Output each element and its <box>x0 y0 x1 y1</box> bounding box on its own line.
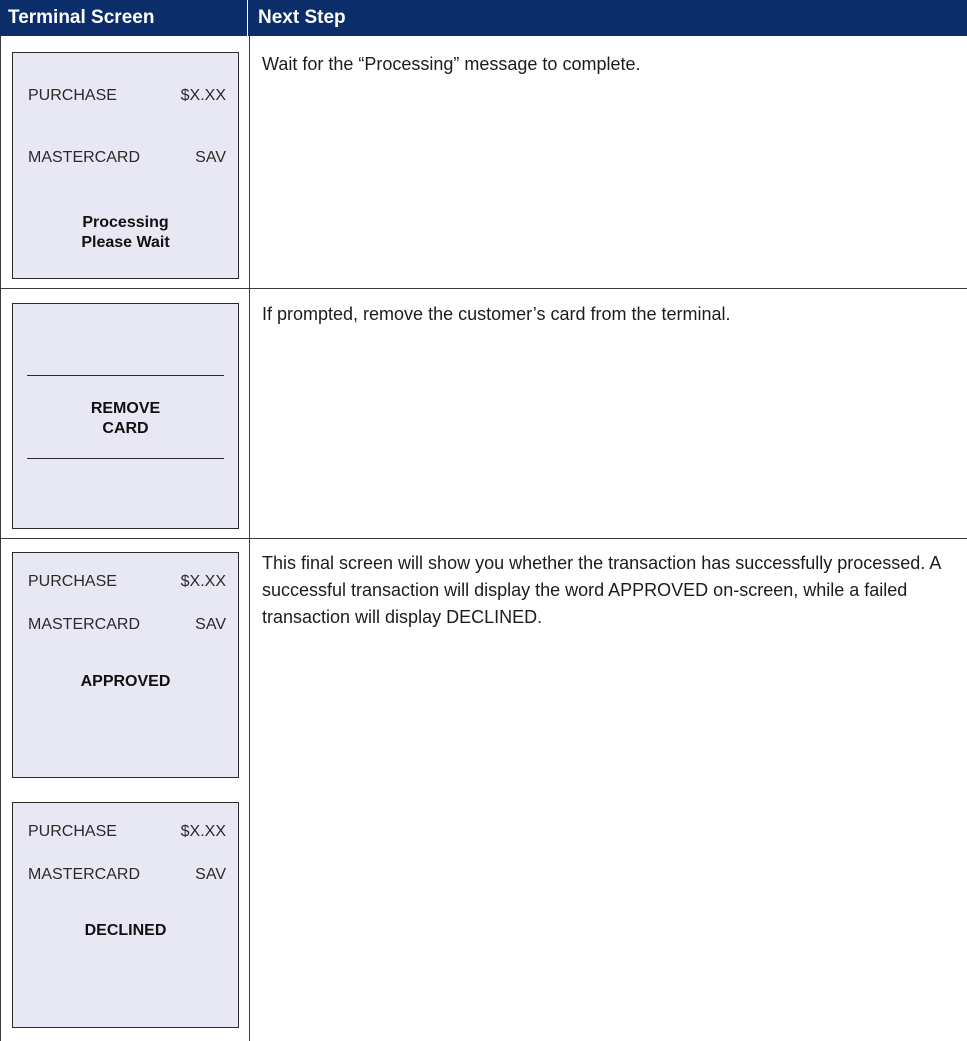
instruction-table: Terminal Screen Next Step PURCHASE $X.XX… <box>0 0 967 1041</box>
header-next-step: Next Step <box>258 7 346 28</box>
declined-message: DECLINED <box>13 921 238 941</box>
declined-message-text: DECLINED <box>84 922 167 939</box>
processing-message-line2: Please Wait <box>81 234 170 251</box>
header-terminal-screen: Terminal Screen <box>0 0 248 36</box>
purchase-label: PURCHASE <box>28 573 117 590</box>
purchase-amount: $X.XX <box>180 823 226 840</box>
screen-line-card: MASTERCARD SAV <box>28 866 226 884</box>
step-text-remove-card: If prompted, remove the customer’s card … <box>262 304 731 324</box>
screen-line-card: MASTERCARD SAV <box>28 149 226 167</box>
terminal-screen-remove-card: REMOVE CARD <box>12 303 239 529</box>
purchase-label: PURCHASE <box>28 823 117 840</box>
row-divider <box>0 288 967 289</box>
table-header: Terminal Screen Next Step <box>0 0 967 36</box>
purchase-amount: $X.XX <box>180 87 226 104</box>
card-type: MASTERCARD <box>28 866 141 883</box>
card-type: MASTERCARD <box>28 149 141 166</box>
screen-line-purchase: PURCHASE $X.XX <box>28 87 226 105</box>
approved-message-text: APPROVED <box>80 673 171 690</box>
screen-line-card: MASTERCARD SAV <box>28 616 226 634</box>
purchase-label: PURCHASE <box>28 87 117 104</box>
terminal-screen-processing: PURCHASE $X.XX MASTERCARD SAV Processing… <box>12 52 239 279</box>
remove-card-line1: REMOVE <box>90 400 161 417</box>
purchase-amount: $X.XX <box>180 573 226 590</box>
terminal-screen-declined: PURCHASE $X.XX MASTERCARD SAV DECLINED <box>12 802 239 1028</box>
account-type: SAV <box>195 866 226 883</box>
step-text-processing: Wait for the “Processing” message to com… <box>262 54 641 74</box>
approved-message: APPROVED <box>13 672 238 692</box>
processing-message-line1: Processing <box>82 214 169 231</box>
terminal-screen-approved: PURCHASE $X.XX MASTERCARD SAV APPROVED <box>12 552 239 778</box>
remove-card-line2: CARD <box>102 420 149 437</box>
processing-message: Processing Please Wait <box>13 213 238 253</box>
screen-divider-bottom <box>27 458 224 459</box>
screen-divider-top <box>27 375 224 376</box>
account-type: SAV <box>195 149 226 166</box>
row-divider <box>0 538 967 539</box>
card-type: MASTERCARD <box>28 616 141 633</box>
screen-line-purchase: PURCHASE $X.XX <box>28 573 226 591</box>
screen-line-purchase: PURCHASE $X.XX <box>28 823 226 841</box>
account-type: SAV <box>195 616 226 633</box>
step-text-result: This final screen will show you whether … <box>262 553 941 627</box>
remove-card-message: REMOVE CARD <box>13 399 238 439</box>
